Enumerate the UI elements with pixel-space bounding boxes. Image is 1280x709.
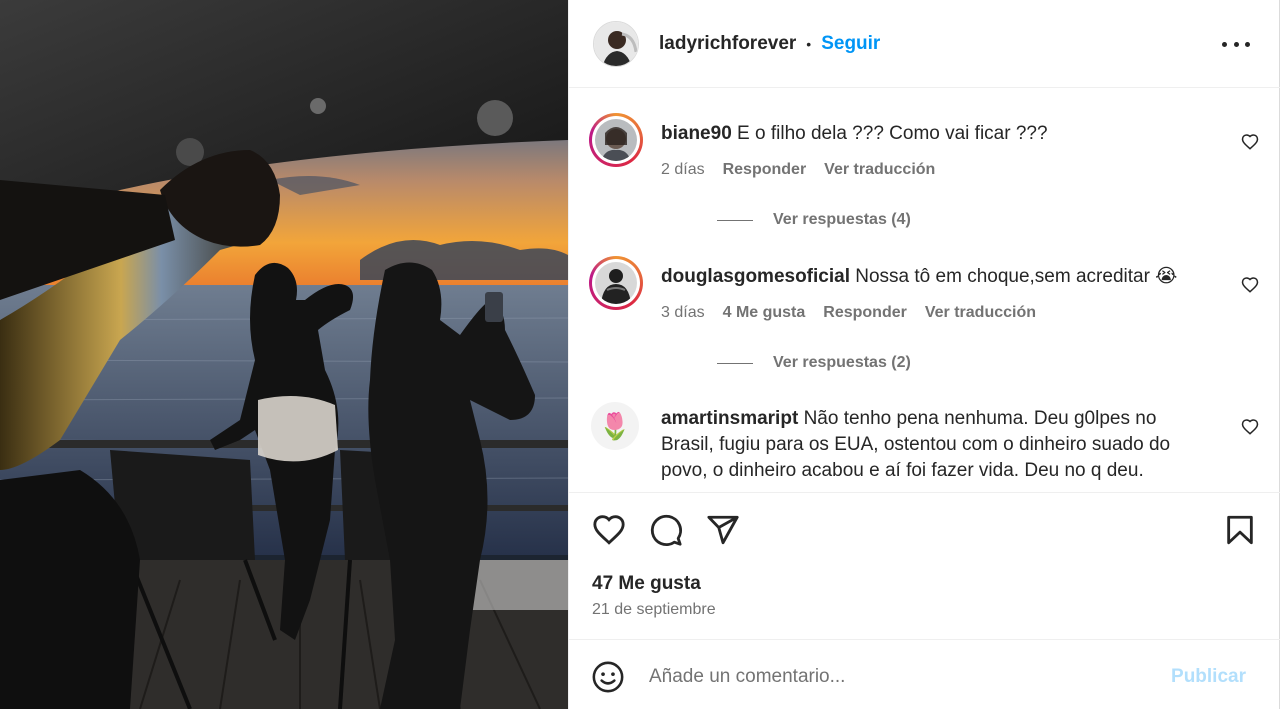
comment-time[interactable]: 2 días	[661, 161, 705, 179]
comment-composer: Publicar	[569, 639, 1280, 709]
share-paper-plane-icon[interactable]	[706, 513, 740, 547]
comment-text-block: biane90 E o filho dela ??? Como vai fica…	[661, 121, 1201, 147]
comment-bubble-icon[interactable]	[649, 513, 683, 547]
view-replies-button[interactable]: Ver respuestas (2)	[717, 354, 911, 372]
commenter-avatar[interactable]: 🌷	[591, 402, 639, 450]
comment-text: Nossa tô em choque,sem acreditar 😭	[855, 266, 1178, 287]
save-bookmark-icon[interactable]	[1223, 513, 1257, 547]
like-heart-icon[interactable]	[592, 513, 626, 547]
replies-divider	[717, 362, 753, 364]
commenter-avatar-image	[595, 262, 637, 304]
post-date[interactable]: 21 de septiembre	[592, 601, 716, 619]
comment-username[interactable]: douglasgomesoficial	[661, 266, 850, 287]
comment-like-heart-icon[interactable]	[1241, 276, 1259, 294]
flower-avatar-icon: 🌷	[598, 410, 632, 441]
author-avatar-image	[594, 21, 638, 66]
translate-button[interactable]: Ver traducción	[925, 304, 1036, 322]
comment-text-block: amartinsmaript Não tenho pena nenhuma. D…	[661, 406, 1201, 484]
comment-time[interactable]: 3 días	[661, 304, 705, 322]
reply-button[interactable]: Responder	[723, 161, 807, 179]
publish-button[interactable]: Publicar	[1171, 666, 1246, 688]
follow-button[interactable]: Seguir	[821, 33, 880, 55]
likes-count[interactable]: 47 Me gusta	[592, 573, 701, 595]
reply-button[interactable]: Responder	[823, 304, 907, 322]
comment-like-heart-icon[interactable]	[1241, 418, 1259, 436]
emoji-icon[interactable]	[591, 660, 625, 694]
post-header: ladyrichforever • Seguir	[569, 0, 1280, 88]
translate-button[interactable]: Ver traducción	[824, 161, 935, 179]
post-photo[interactable]	[0, 0, 568, 709]
more-options-icon[interactable]	[1222, 30, 1250, 58]
comment-username[interactable]: biane90	[661, 123, 732, 144]
comment-text: E o filho dela ??? Como vai ficar ???	[737, 123, 1048, 144]
comment-text-block: douglasgomesoficial Nossa tô em choque,s…	[661, 264, 1201, 290]
comment-username[interactable]: amartinsmaript	[661, 408, 798, 429]
comment-input[interactable]	[649, 662, 1169, 692]
post-side-panel: ladyrichforever • Seguir biane90 E o fil…	[568, 0, 1280, 709]
commenter-avatar-image	[595, 119, 637, 161]
comment-meta: 3 días 4 Me gusta Responder Ver traducci…	[661, 304, 1036, 322]
comment-likes[interactable]: 4 Me gusta	[723, 304, 806, 322]
comment-meta: 2 días Responder Ver traducción	[661, 161, 935, 179]
author-username[interactable]: ladyrichforever	[659, 33, 796, 55]
comments-list[interactable]: biane90 E o filho dela ??? Como vai fica…	[569, 89, 1280, 492]
commenter-avatar[interactable]	[589, 256, 643, 310]
view-replies-button[interactable]: Ver respuestas (4)	[717, 211, 911, 229]
post-actions: 47 Me gusta 21 de septiembre	[569, 492, 1280, 639]
view-replies-label: Ver respuestas (4)	[773, 211, 911, 228]
header-separator: •	[806, 35, 812, 52]
view-replies-label: Ver respuestas (2)	[773, 354, 911, 371]
comment-like-heart-icon[interactable]	[1241, 133, 1259, 151]
replies-divider	[717, 219, 753, 221]
author-avatar[interactable]	[593, 20, 639, 67]
post-dialog: ladyrichforever • Seguir biane90 E o fil…	[0, 0, 1280, 709]
commenter-avatar[interactable]	[589, 113, 643, 167]
yacht-sunset-image	[0, 0, 568, 709]
